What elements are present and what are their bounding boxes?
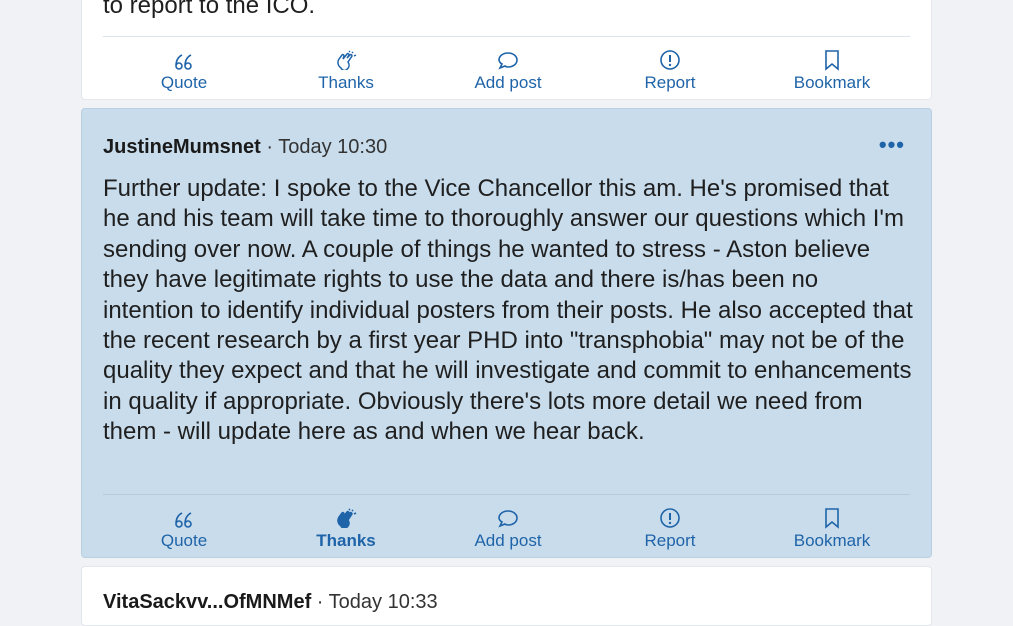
post-header: VitaSackvv...OfMNMef · Today 10:33 [103, 591, 438, 614]
quote-button[interactable]: Quote [103, 507, 265, 555]
quote-button[interactable]: Quote [103, 49, 265, 97]
post-actions: Quote Thanks Add post Report Bookmark [103, 49, 913, 97]
clapping-hands-icon [335, 49, 357, 71]
post-card-highlighted: JustineMumsnet · Today 10:30 ••• Further… [81, 108, 932, 558]
post-body-text: to report to the ICO. [103, 0, 316, 19]
thanks-button[interactable]: Thanks [265, 507, 427, 555]
bookmark-button[interactable]: Bookmark [751, 507, 913, 555]
speech-bubble-icon [497, 49, 519, 71]
more-options-icon[interactable]: ••• [879, 134, 905, 156]
report-button[interactable]: Report [589, 507, 751, 555]
divider [103, 36, 910, 37]
post-timestamp: Today 10:33 [328, 591, 438, 613]
quote-label: Quote [160, 531, 208, 550]
bookmark-icon [823, 49, 841, 71]
alert-circle-icon [659, 49, 681, 71]
bookmark-button[interactable]: Bookmark [751, 49, 913, 97]
alert-circle-icon [659, 507, 681, 529]
header-separator: · [311, 591, 329, 613]
quote-label: Quote [160, 73, 208, 92]
add-post-button[interactable]: Add post [427, 49, 589, 97]
report-label: Report [644, 73, 696, 92]
report-label: Report [644, 531, 696, 550]
clapping-hands-icon [335, 507, 357, 529]
add-post-label: Add post [474, 531, 542, 550]
post-header: JustineMumsnet · Today 10:30 [103, 135, 387, 159]
header-separator: · [260, 136, 279, 158]
quote-icon [173, 49, 195, 71]
thanks-button[interactable]: Thanks [265, 49, 427, 97]
divider [103, 494, 910, 495]
post-card-previous: to report to the ICO. Quote Thanks Add p… [81, 0, 932, 100]
quote-icon [173, 507, 195, 529]
post-card-next: VitaSackvv...OfMNMef · Today 10:33 [81, 566, 932, 626]
thanks-label: Thanks [318, 73, 374, 92]
author-name[interactable]: JustineMumsnet [103, 136, 261, 158]
add-post-button[interactable]: Add post [427, 507, 589, 555]
speech-bubble-icon [497, 507, 519, 529]
post-body-text: Further update: I spoke to the Vice Chan… [103, 175, 913, 446]
author-name[interactable]: VitaSackvv...OfMNMef [103, 591, 311, 613]
bookmark-icon [823, 507, 841, 529]
thanks-label: Thanks [316, 531, 376, 550]
bookmark-label: Bookmark [793, 531, 871, 550]
add-post-label: Add post [474, 73, 542, 92]
post-timestamp: Today 10:30 [278, 136, 388, 158]
bookmark-label: Bookmark [793, 73, 871, 92]
report-button[interactable]: Report [589, 49, 751, 97]
post-actions: Quote Thanks Add post Report Bookmark [103, 507, 913, 555]
